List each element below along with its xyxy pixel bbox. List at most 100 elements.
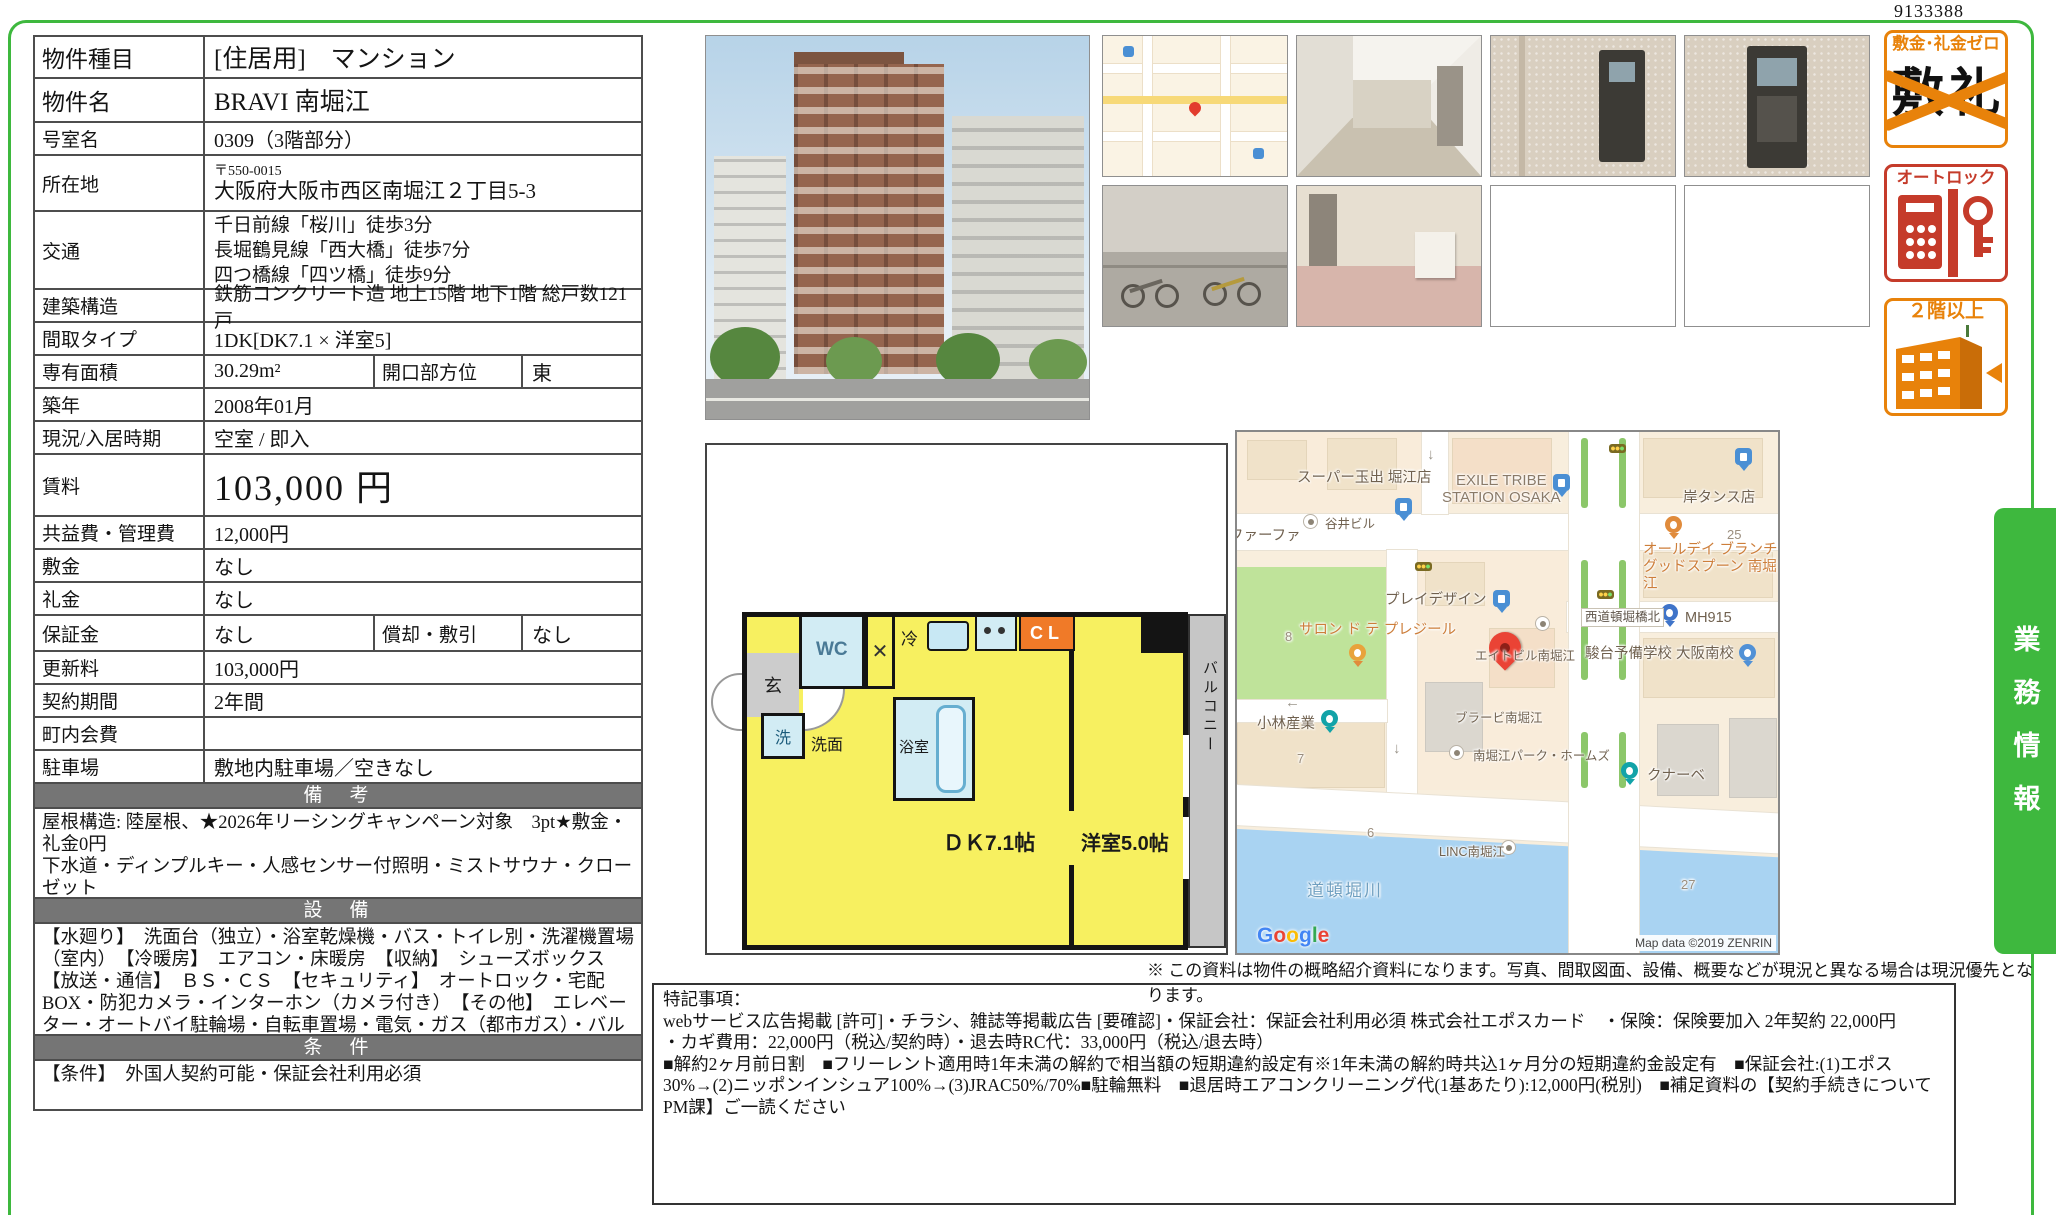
special-notes-line: ・カギ費用：22,000円（税込/契約時）・退去時RC代：33,000円（税込/… bbox=[663, 1032, 1945, 1054]
row-status: 現況/入居時期 空室 / 即入 bbox=[35, 422, 641, 455]
one-way-arrow: ↓ bbox=[1393, 740, 1401, 757]
row-label: 保証金 bbox=[35, 616, 205, 650]
map-label: 6 bbox=[1367, 824, 1374, 841]
row-parking: 駐車場 敷地内駐車場／空きなし bbox=[35, 751, 641, 784]
fixture bbox=[1415, 232, 1455, 278]
balcony-window-gap bbox=[1183, 735, 1189, 797]
tree bbox=[710, 327, 780, 387]
restaurant-pin-icon bbox=[1665, 516, 1682, 533]
row-label: 賃料 bbox=[35, 455, 205, 515]
shop-pin-icon bbox=[1735, 448, 1752, 465]
minimap-road bbox=[1143, 36, 1152, 176]
row-label: 築年 bbox=[35, 389, 205, 420]
map-building bbox=[1729, 718, 1777, 798]
western-room-label: 洋室5.0帖 bbox=[1081, 827, 1169, 856]
special-notes-title: 特記事項： bbox=[663, 989, 1945, 1011]
map-label: オールデイ ブランチ グッドスプーン 南堀江 bbox=[1643, 542, 1778, 593]
row-label: 物件名 bbox=[35, 79, 205, 121]
map-label: 8 bbox=[1285, 628, 1292, 645]
minimap-road bbox=[1103, 64, 1287, 73]
entrance-genkan: 玄 bbox=[747, 653, 799, 717]
empty-photo-slot bbox=[1490, 185, 1676, 327]
map-copyright: Map data ©2019 ZENRIN bbox=[1631, 935, 1776, 951]
corridor-door bbox=[1437, 66, 1463, 146]
poi-dot-pin bbox=[1303, 514, 1318, 529]
minimap-road bbox=[1103, 132, 1287, 141]
map-label: LINC南堀江 bbox=[1439, 844, 1505, 861]
corridor-photo bbox=[1296, 35, 1482, 177]
minimap-road bbox=[1221, 36, 1230, 176]
row-label: 所在地 bbox=[35, 156, 205, 210]
special-notes-line: webサービス広告掲載 [許可]・チラシ、雑誌等掲載広告 [要確認]・保証会社：… bbox=[663, 1011, 1945, 1033]
row-built-year: 築年 2008年01月 bbox=[35, 389, 641, 422]
section-header-equipment: 設 備 bbox=[35, 899, 641, 924]
wc-room: WC bbox=[799, 617, 865, 689]
company-pin-icon bbox=[1321, 710, 1338, 727]
fridge-label: 冷 bbox=[901, 625, 918, 650]
map-building bbox=[1657, 724, 1719, 796]
map-label: 南堀江パーク・ホームズ bbox=[1473, 748, 1610, 765]
one-way-arrow: ← bbox=[1285, 694, 1300, 711]
stove-burner bbox=[998, 627, 1005, 634]
property-sheet: 9133388 物件種目 [住居用] マンション 物件名 BRAVI 南堀江 号… bbox=[0, 0, 2056, 1215]
traffic-light-icon bbox=[1415, 562, 1432, 571]
row-label: 町内会費 bbox=[35, 718, 205, 749]
row-value-2: 東 bbox=[523, 356, 641, 387]
map-label: エイトビル南堀江 bbox=[1475, 648, 1575, 665]
traffic-light-icon bbox=[1609, 444, 1626, 453]
row-layout-type: 間取タイプ 1DK[DK7.1 × 洋室5] bbox=[35, 323, 641, 356]
row-label: 専有面積 bbox=[35, 356, 205, 387]
row-label-2: 開口部方位 bbox=[373, 356, 523, 387]
wc-door-arc bbox=[803, 689, 845, 731]
row-value: [住居用] マンション bbox=[205, 37, 641, 77]
closet-x: ✕ bbox=[865, 617, 895, 689]
poi-dot-pin bbox=[1535, 616, 1550, 631]
row-property-type: 物件種目 [住居用] マンション bbox=[35, 37, 641, 79]
row-label: 間取タイプ bbox=[35, 323, 205, 354]
bicycle-parking-photo bbox=[1102, 185, 1288, 327]
bath-label: 浴室 bbox=[899, 736, 929, 757]
intercom-screen bbox=[1609, 62, 1635, 82]
special-notes-line: ■解約2ヶ月前日割 ■フリーレント適用時1年未満の解約で相当額の短期違約設定有※… bbox=[663, 1054, 1945, 1119]
school-pin-icon bbox=[1739, 644, 1756, 661]
empty-photo-slot bbox=[1684, 185, 1870, 327]
row-value: 〒550-0015 大阪府大阪市西区南堀江２丁目5-3 bbox=[205, 156, 641, 210]
row-value: 30.29m² bbox=[205, 356, 373, 387]
row-value: 千日前線「桜川」徒歩3分 長堀鶴見線「西大橋」徒歩7分 四つ橋線「四ツ橋」徒歩9… bbox=[205, 212, 641, 288]
badge-no-deposit-no-keymoney: 敷金･礼金ゼロ 敷 礼 bbox=[1884, 30, 2008, 148]
balcony-label: バルコニー bbox=[1199, 660, 1220, 755]
row-label-2: 償却・敷引 bbox=[373, 616, 523, 650]
floor-plan-unit: WC ✕ 冷 CL 玄 洗 洗面 浴室 bbox=[742, 612, 1188, 950]
row-value: なし bbox=[205, 583, 641, 614]
postal-code: 〒550-0015 bbox=[214, 164, 282, 179]
document-number: 9133388 bbox=[1894, 1, 1964, 22]
washer-label: 洗 bbox=[775, 724, 791, 748]
row-label: 更新料 bbox=[35, 652, 205, 683]
tree bbox=[826, 337, 882, 385]
dk-label: ＤＫ7.1帖 bbox=[943, 827, 1035, 857]
row-value: 0309（3階部分） bbox=[205, 123, 641, 154]
row-value: 12,000円 bbox=[205, 517, 641, 548]
map-label: 25 bbox=[1727, 526, 1741, 543]
badge-autolock: オートロック bbox=[1884, 164, 2008, 282]
bike-wheel bbox=[1237, 282, 1261, 306]
property-spec-table: 物件種目 [住居用] マンション 物件名 BRAVI 南堀江 号室名 0309（… bbox=[33, 35, 643, 1111]
shop-pin-icon bbox=[1395, 498, 1412, 515]
street-lane-line bbox=[706, 398, 1089, 401]
avenue-median bbox=[1581, 438, 1588, 508]
intercom-screen bbox=[1757, 58, 1797, 86]
washer-space: 洗 bbox=[761, 713, 805, 759]
remarks-text: 屋根構造: 陸屋根、★2026年リーシングキャンペーン対象 3pt★敷金・礼金0… bbox=[35, 809, 641, 899]
row-rent: 賃料 103,000 円 bbox=[35, 455, 641, 517]
one-way-arrow: ↓ bbox=[1427, 446, 1435, 463]
location-minimap-photo bbox=[1102, 35, 1288, 177]
row-label: 駐車場 bbox=[35, 751, 205, 782]
section-header-conditions: 条 件 bbox=[35, 1036, 641, 1061]
map-label: 谷井ビル bbox=[1325, 516, 1375, 533]
shop-pin-icon bbox=[1493, 590, 1510, 607]
balcony: バルコニー bbox=[1188, 614, 1226, 948]
row-neighborhood-fee: 町内会費 bbox=[35, 718, 641, 751]
badge-title: オートロック bbox=[1887, 167, 2005, 189]
map-label: 27 bbox=[1681, 876, 1695, 893]
row-value: なし bbox=[205, 616, 373, 650]
